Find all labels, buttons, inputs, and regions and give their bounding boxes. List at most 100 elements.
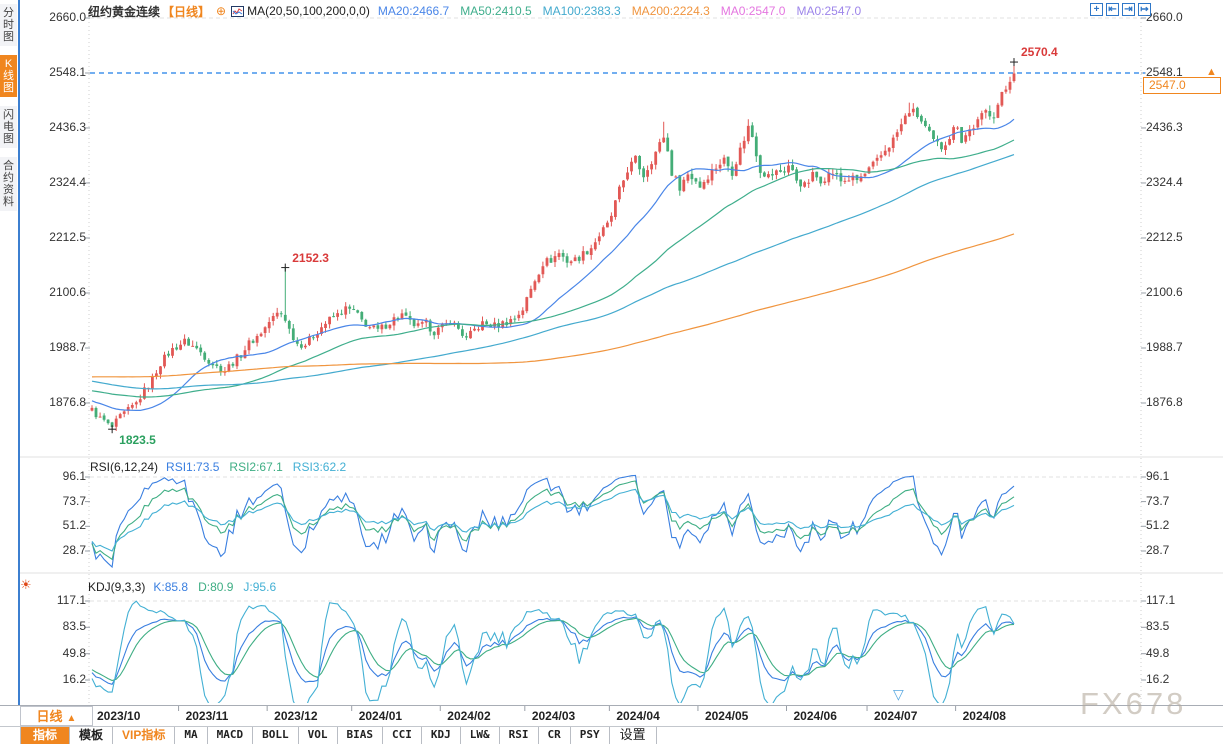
- annotation-2570.4: 2570.4: [1020, 45, 1058, 60]
- ma-value-0: MA20:2466.7: [377, 4, 450, 18]
- rsi-value-0: RSI1:73.5: [166, 460, 220, 474]
- month-label-2023/12: 2023/12: [274, 709, 318, 723]
- month-label-2023/11: 2023/11: [185, 709, 229, 723]
- kdj-axis-right-1: 83.5: [1146, 619, 1170, 634]
- main-axis-right-5: 2100.6: [1146, 284, 1183, 299]
- indicator-toolbar: 指标 模板 VIP指标 MA MACD BOLL VOL BIAS CCI KDJ LW& RSI CR…: [0, 726, 1223, 744]
- toolbar-item-KDJ[interactable]: KDJ: [422, 727, 461, 744]
- toolbar-item-PSY[interactable]: PSY: [571, 727, 610, 744]
- sidebar-tab-1[interactable]: K线图: [0, 55, 17, 97]
- period-tag[interactable]: 【日线】: [162, 3, 210, 20]
- watermark: FX678: [1080, 686, 1187, 721]
- kdj-header: KDJ(9,3,3) K:85.8 D:80.9 J:95.6: [88, 580, 286, 594]
- chart-header: 纽约黄金连续 【日线】 ⊕ MA(20,50,100,200,0,0) MA20…: [88, 3, 872, 19]
- kdj-value-2: J:95.6: [243, 580, 277, 594]
- rsi-axis-left-0: 96.1: [62, 469, 86, 483]
- last-price-box: 2547.0: [1143, 77, 1221, 94]
- sidebar-tab-3[interactable]: 合约资料: [0, 157, 17, 211]
- main-axis-right-7: 1876.8: [1146, 395, 1183, 409]
- kdj-axis-left-0: 117.1: [56, 593, 86, 607]
- toolbar-item-设置[interactable]: 设置: [610, 727, 657, 744]
- toolbar-item-RSI[interactable]: RSI: [500, 727, 539, 744]
- ma-value-2: MA100:2383.3: [542, 4, 621, 18]
- kdj-value-0: K:85.8: [153, 580, 189, 594]
- rsi-axis-right-2: 51.2: [1146, 518, 1170, 533]
- rsi-axis-right-0: 96.1: [1146, 469, 1170, 483]
- kline-chart-app: 分时图 K线图闪电图合约资料 纽约黄金连续 【日线】 ⊕ MA(20,50,100…: [0, 0, 1223, 744]
- rsi-value-2: RSI3:62.2: [292, 460, 347, 474]
- symbol-name: 纽约黄金连续: [88, 4, 161, 19]
- price-up-arrow-icon: ▲: [1206, 66, 1217, 78]
- toolbar-item-CCI[interactable]: CCI: [383, 727, 422, 744]
- toolbar-item-MACD[interactable]: MACD: [208, 727, 254, 744]
- period-arrow-icon: ▲: [66, 713, 77, 724]
- rsi-title[interactable]: RSI(6,12,24): [90, 460, 158, 474]
- toolbar-item-指标[interactable]: 指标: [20, 727, 71, 744]
- add-indicator-icon[interactable]: ⊕: [216, 4, 226, 18]
- rsi-axis-right-3: 28.7: [1146, 543, 1170, 557]
- ma-value-5: MA0:2547.0: [796, 4, 862, 18]
- kdj-title[interactable]: KDJ(9,3,3): [88, 580, 145, 594]
- toolbar-item-VOL[interactable]: VOL: [299, 727, 338, 744]
- kdj-axis-right-3: 16.2: [1146, 672, 1170, 686]
- ma-values: MA20:2466.7 MA50:2410.5 MA100:2383.3 MA200:…: [378, 4, 872, 18]
- rsi-axis-left-1: 73.7: [62, 493, 86, 508]
- sidebar-tab-2[interactable]: 闪电图: [0, 106, 17, 148]
- toolbar-item-BIAS[interactable]: BIAS: [338, 727, 383, 744]
- annotation-2152.3: 2152.3: [292, 250, 329, 265]
- month-label-2024/02: 2024/02: [447, 709, 491, 723]
- month-label-2024/03: 2024/03: [531, 709, 576, 723]
- toolbar-item-MA[interactable]: MA: [175, 727, 208, 744]
- toolbar-item-VIP指标[interactable]: VIP指标: [113, 727, 176, 744]
- ma-settings-label[interactable]: MA(20,50,100,200,0,0): [247, 4, 370, 18]
- main-axis-right-3: 2324.4: [1146, 174, 1183, 189]
- price-chart-canvas[interactable]: [0, 0, 1223, 744]
- rsi-value-1: RSI2:67.1: [229, 460, 283, 474]
- toolbar-item-LW&[interactable]: LW&: [461, 727, 500, 744]
- annotation-1823.5: 1823.5: [119, 433, 156, 448]
- scale-left-icon[interactable]: ⇤: [1106, 3, 1119, 16]
- kdj-axis-left-2: 49.8: [62, 645, 86, 660]
- time-axis-row: 日线 ▲ 2023/10 2023/11 2023/12 2024/01 2024/02 2…: [0, 705, 1223, 726]
- chart-window-icons: + ⇤ ⇥ ↦: [1090, 3, 1151, 16]
- main-axis-left-1: 2548.1: [49, 65, 86, 79]
- toolbar-item-模板[interactable]: 模板: [70, 727, 114, 744]
- kdj-value-1: D:80.9: [198, 580, 234, 594]
- month-label-2023/10: 2023/10: [97, 709, 141, 723]
- kdj-axis-left-1: 83.5: [62, 619, 86, 634]
- kdj-axis-left-3: 16.2: [62, 672, 86, 686]
- ma-value-4: MA0:2547.0: [720, 4, 786, 18]
- kdj-axis-right-2: 49.8: [1146, 645, 1170, 660]
- indicator-settings-sun-icon[interactable]: ☀: [20, 577, 32, 593]
- main-axis-right-0: 2660.0: [1146, 10, 1183, 24]
- main-axis-left-0: 2660.0: [49, 10, 86, 24]
- pan-right-icon[interactable]: ↦: [1138, 3, 1151, 16]
- ma-value-1: MA50:2410.5: [460, 4, 532, 18]
- main-axis-left-3: 2324.4: [49, 174, 86, 189]
- rsi-header: RSI(6,12,24) RSI1:73.5 RSI2:67.1 RSI3:62.2: [90, 460, 356, 474]
- rsi-axis-left-3: 28.7: [62, 543, 86, 557]
- main-axis-right-4: 2212.5: [1146, 229, 1183, 244]
- main-axis-right-2: 2436.3: [1146, 119, 1183, 134]
- main-axis-left-4: 2212.5: [49, 229, 86, 244]
- kdj-axis-right-0: 117.1: [1146, 593, 1176, 607]
- month-label-2024/07: 2024/07: [874, 709, 918, 723]
- crosshair-icon[interactable]: +: [1090, 3, 1103, 16]
- scale-right-icon[interactable]: ⇥: [1122, 3, 1135, 16]
- scroll-down-icon[interactable]: ▽: [893, 686, 904, 703]
- toolbar-item-CR[interactable]: CR: [539, 727, 571, 744]
- month-label-2024/08: 2024/08: [962, 709, 1006, 723]
- main-axis-left-6: 1988.7: [49, 339, 86, 354]
- month-label-2024/04: 2024/04: [616, 709, 660, 723]
- sidebar-tab-0[interactable]: 分时图: [0, 4, 17, 46]
- main-axis-left-7: 1876.8: [49, 395, 86, 409]
- month-label-2024/06: 2024/06: [793, 709, 837, 723]
- month-label-2024/05: 2024/05: [704, 709, 749, 723]
- rsi-axis-right-1: 73.7: [1146, 493, 1170, 508]
- main-axis-left-5: 2100.6: [49, 284, 86, 299]
- ma-indicator-icon[interactable]: [231, 5, 245, 18]
- period-selector-button[interactable]: 日线 ▲: [20, 706, 93, 726]
- toolbar-item-BOLL[interactable]: BOLL: [253, 727, 299, 744]
- main-axis-right-6: 1988.7: [1146, 339, 1183, 354]
- left-sidebar: 分时图 K线图闪电图合约资料: [0, 0, 20, 705]
